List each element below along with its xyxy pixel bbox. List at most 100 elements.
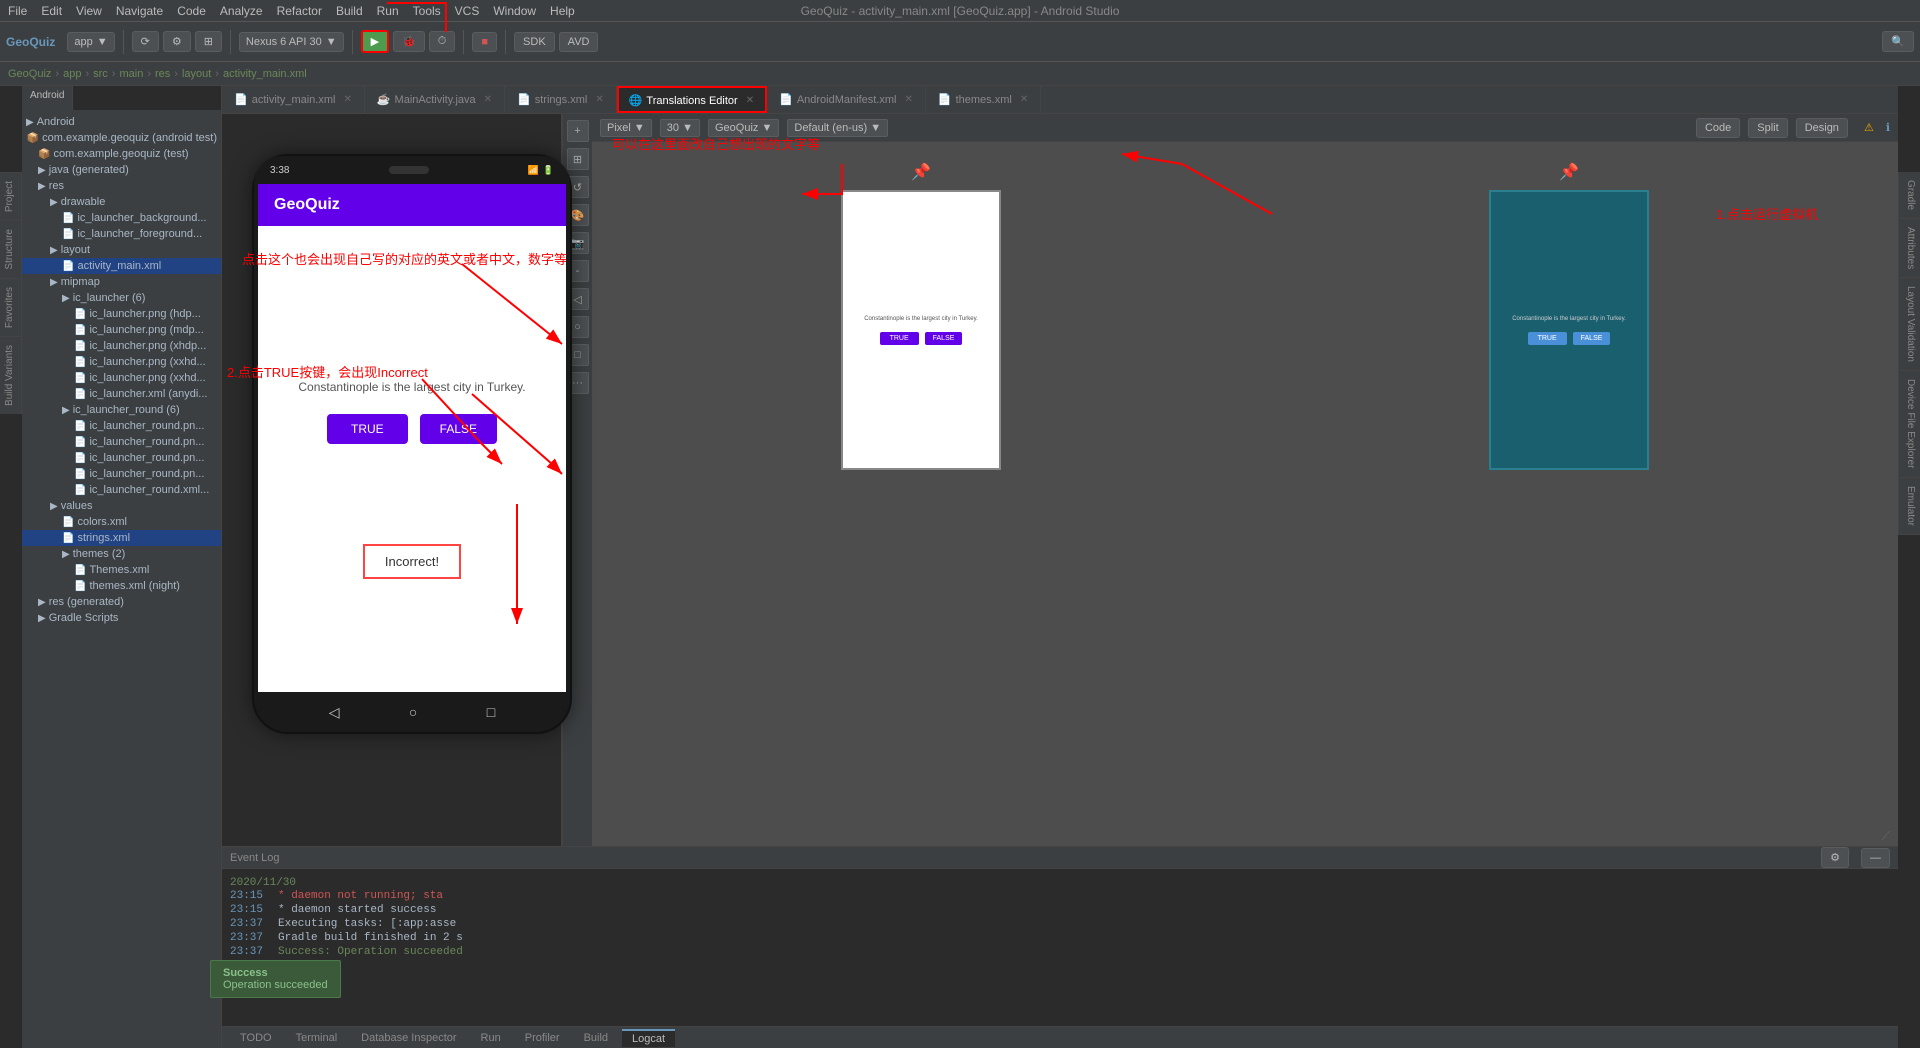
bottom-tab-todo[interactable]: TODO — [230, 1030, 282, 1046]
sdk-manager-btn[interactable]: SDK — [514, 32, 555, 52]
tree-item[interactable]: 📦com.example.geoquiz (test) — [22, 146, 221, 162]
tree-item[interactable]: ▶res — [22, 178, 221, 194]
device-true-btn-dark[interactable]: TRUE — [1528, 332, 1567, 345]
menu-code[interactable]: Code — [177, 4, 206, 18]
menu-file[interactable]: File — [8, 4, 27, 18]
tree-item[interactable]: 📄ic_launcher.png (mdp... — [22, 322, 221, 338]
tree-item[interactable]: 📄activity_main.xml — [22, 258, 221, 274]
structure-vtab[interactable]: Structure — [0, 220, 21, 278]
sync-btn[interactable]: ⟳ — [132, 31, 159, 52]
tree-item[interactable]: ▶Gradle Scripts — [22, 610, 221, 626]
split-view-btn[interactable]: Split — [1748, 118, 1787, 138]
bread-app[interactable]: app — [63, 68, 81, 80]
home-btn[interactable]: ○ — [409, 704, 417, 720]
tab-themes[interactable]: 📄 themes.xml ✕ — [926, 86, 1041, 113]
project-vtab[interactable]: Project — [0, 172, 21, 220]
settings-btn[interactable]: ⚙ — [163, 31, 191, 52]
tree-item[interactable]: ▶ic_launcher (6) — [22, 290, 221, 306]
tree-item[interactable]: ▶mipmap — [22, 274, 221, 290]
event-log-close[interactable]: — — [1861, 848, 1890, 868]
resize-handle[interactable]: ⟋ — [592, 827, 1898, 846]
bottom-tab-logcat[interactable]: Logcat — [622, 1029, 675, 1047]
tab-strings[interactable]: 📄 strings.xml ✕ — [505, 86, 617, 113]
locale-dropdown[interactable]: Default (en-us) ▼ — [787, 119, 888, 137]
tree-item[interactable]: 📄ic_launcher_round.pn... — [22, 418, 221, 434]
bottom-tab-database-inspector[interactable]: Database Inspector — [351, 1030, 466, 1046]
emulator-vtab[interactable]: Emulator — [1899, 478, 1920, 535]
layout-btn[interactable]: ⊞ — [195, 31, 222, 52]
menu-run[interactable]: Run — [377, 4, 399, 18]
tree-item[interactable]: ▶ic_launcher_round (6) — [22, 402, 221, 418]
tree-item[interactable]: 📄colors.xml — [22, 514, 221, 530]
tree-item[interactable]: 📄themes.xml (night) — [22, 578, 221, 594]
favorites-vtab[interactable]: Favorites — [0, 278, 21, 336]
tree-item[interactable]: 📄ic_launcher_round.pn... — [22, 466, 221, 482]
tab-androidmanifest[interactable]: 📄 AndroidManifest.xml ✕ — [767, 86, 926, 113]
tree-item[interactable]: 📄ic_launcher.png (xxhd... — [22, 354, 221, 370]
android-tab[interactable]: Android — [22, 86, 73, 110]
true-button[interactable]: TRUE — [327, 414, 408, 444]
tree-item[interactable]: ▶Android — [22, 114, 221, 130]
bottom-tab-run[interactable]: Run — [471, 1030, 511, 1046]
zoom-dropdown[interactable]: 30 ▼ — [660, 119, 700, 137]
bread-src[interactable]: src — [93, 68, 108, 80]
tree-item[interactable]: 📄ic_launcher.png (xxhd... — [22, 370, 221, 386]
pixel-dropdown[interactable]: Pixel ▼ — [600, 119, 652, 137]
tree-item[interactable]: 📄ic_launcher.png (hdp... — [22, 306, 221, 322]
device-dropdown[interactable]: Nexus 6 API 30 ▼ — [239, 32, 344, 52]
tree-item[interactable]: ▶java (generated) — [22, 162, 221, 178]
menu-edit[interactable]: Edit — [41, 4, 62, 18]
bottom-tab-profiler[interactable]: Profiler — [515, 1030, 570, 1046]
tree-item[interactable]: ▶res (generated) — [22, 594, 221, 610]
zoom-in-btn[interactable]: + — [567, 120, 589, 142]
back-btn[interactable]: ◁ — [329, 704, 340, 721]
gradle-vtab[interactable]: Gradle — [1899, 172, 1920, 219]
search-everywhere-btn[interactable]: 🔍 — [1882, 31, 1914, 52]
tree-item[interactable]: 📄Themes.xml — [22, 562, 221, 578]
avd-manager-btn[interactable]: AVD — [559, 32, 599, 52]
build-variants-vtab[interactable]: Build Variants — [0, 336, 21, 414]
tab-activity-main[interactable]: 📄 activity_main.xml ✕ — [222, 86, 365, 113]
device-true-btn[interactable]: TRUE — [880, 332, 919, 345]
design-view-btn[interactable]: Design — [1796, 118, 1848, 138]
device-file-explorer-vtab[interactable]: Device File Explorer — [1899, 371, 1920, 477]
bread-res[interactable]: res — [155, 68, 170, 80]
menu-tools[interactable]: Tools — [413, 4, 441, 18]
stop-button[interactable]: ■ — [472, 32, 497, 52]
app-dropdown-preview[interactable]: GeoQuiz ▼ — [708, 119, 779, 137]
debug-button[interactable]: 🐞 — [393, 31, 425, 52]
tree-item[interactable]: 📄ic_launcher.png (xhdp... — [22, 338, 221, 354]
menu-window[interactable]: Window — [493, 4, 536, 18]
bottom-tab-terminal[interactable]: Terminal — [286, 1030, 348, 1046]
attributes-vtab[interactable]: Attributes — [1899, 219, 1920, 278]
tree-item[interactable]: 📄strings.xml — [22, 530, 221, 546]
tab-translations-editor[interactable]: 🌐 Translations Editor ✕ — [617, 86, 767, 113]
zoom-fit-btn[interactable]: ⊞ — [567, 148, 589, 170]
menu-navigate[interactable]: Navigate — [116, 4, 163, 18]
false-button[interactable]: FALSE — [420, 414, 497, 444]
bread-file[interactable]: activity_main.xml — [223, 68, 307, 80]
tree-item[interactable]: ▶values — [22, 498, 221, 514]
device-false-btn[interactable]: FALSE — [925, 332, 963, 345]
recent-btn[interactable]: □ — [487, 704, 495, 720]
menu-analyze[interactable]: Analyze — [220, 4, 263, 18]
event-log-settings[interactable]: ⚙ — [1821, 847, 1849, 868]
run-button[interactable]: ▶ — [361, 30, 389, 53]
app-dropdown[interactable]: app ▼ — [67, 32, 114, 52]
tree-item[interactable]: 📄ic_launcher_round.xml... — [22, 482, 221, 498]
tree-item[interactable]: 📄ic_launcher_round.pn... — [22, 450, 221, 466]
device-false-btn-dark[interactable]: FALSE — [1573, 332, 1611, 345]
tree-item[interactable]: ▶drawable — [22, 194, 221, 210]
tree-item[interactable]: 📄ic_launcher_round.pn... — [22, 434, 221, 450]
tree-item[interactable]: 📄ic_launcher_background... — [22, 210, 221, 226]
menu-refactor[interactable]: Refactor — [277, 4, 322, 18]
layout-validation-vtab[interactable]: Layout Validation — [1899, 278, 1920, 371]
bottom-tab-build[interactable]: Build — [574, 1030, 618, 1046]
code-view-btn[interactable]: Code — [1696, 118, 1740, 138]
bread-layout[interactable]: layout — [182, 68, 211, 80]
tree-item[interactable]: 📦com.example.geoquiz (android test) — [22, 130, 221, 146]
menu-build[interactable]: Build — [336, 4, 363, 18]
tree-item[interactable]: 📄ic_launcher.xml (anydi... — [22, 386, 221, 402]
profile-button[interactable]: ⏱ — [429, 31, 456, 52]
menu-view[interactable]: View — [76, 4, 102, 18]
